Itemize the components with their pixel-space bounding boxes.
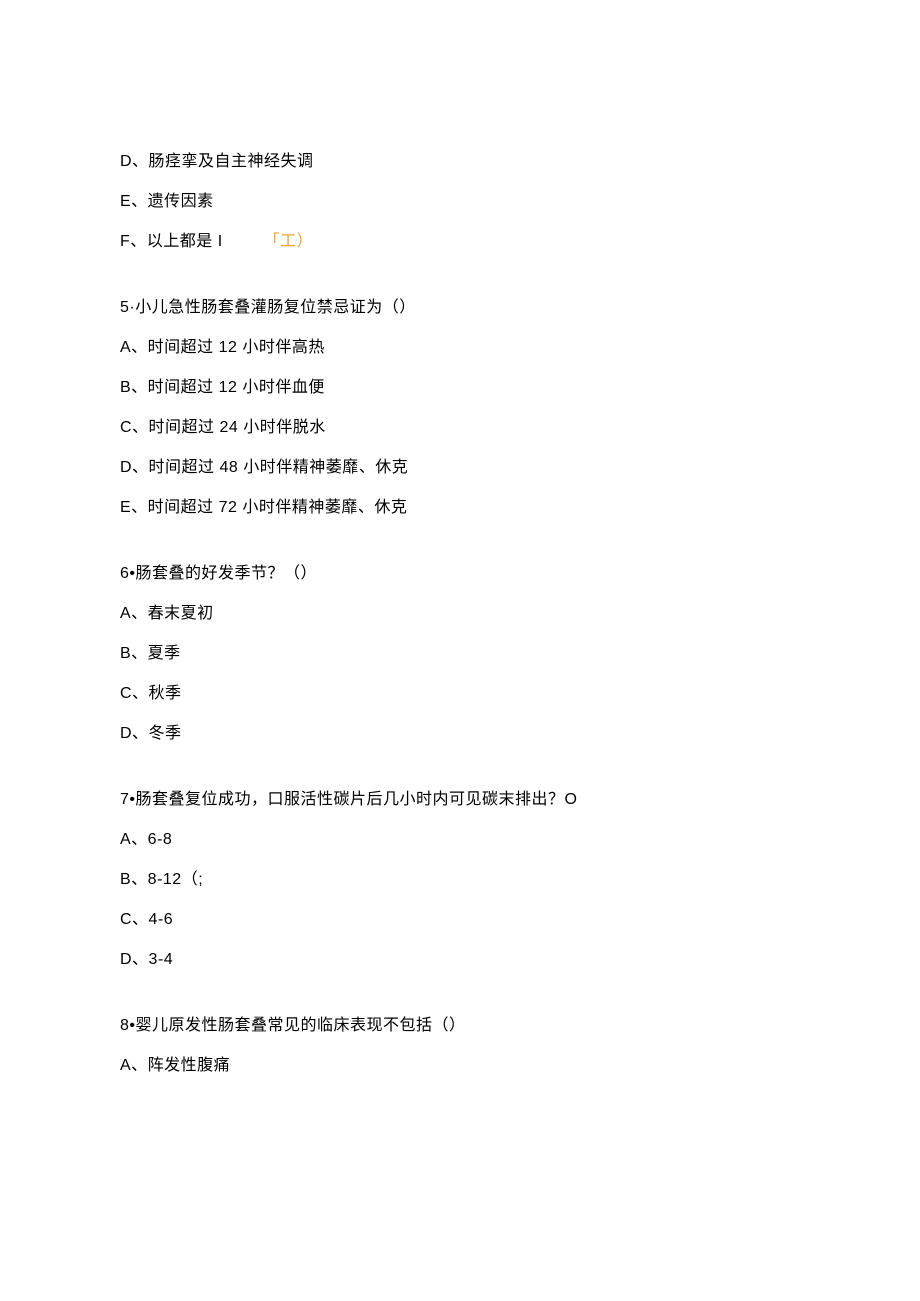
q8-option-a: A、阵发性腹痛 (120, 1054, 800, 1078)
q5-option-a: A、时间超过 12 小时伴高热 (120, 336, 800, 360)
q5-option-d: D、时间超过 48 小时伴精神萎靡、休克 (120, 456, 800, 480)
q7-option-c: C、4-6 (120, 908, 800, 932)
spacer (120, 988, 800, 1014)
q4-option-f-annotation: 「工） (264, 233, 314, 250)
q5-option-c: C、时间超过 24 小时伴脱水 (120, 416, 800, 440)
q7-option-a: A、6-8 (120, 828, 800, 852)
q7-option-d: D、3-4 (120, 948, 800, 972)
q4-option-e: E、遗传因素 (120, 190, 800, 214)
spacer (120, 270, 800, 296)
q4-option-f: F、以上都是 I 「工） (120, 230, 800, 254)
document-page: D、肠痉挛及自主神经失调 E、遗传因素 F、以上都是 I 「工） 5·小儿急性肠… (0, 0, 920, 1154)
q6-stem: 6•肠套叠的好发季节？（） (120, 562, 800, 586)
q8-stem: 8•婴儿原发性肠套叠常见的临床表现不包括（） (120, 1014, 800, 1038)
spacer (120, 536, 800, 562)
q6-option-b: B、夏季 (120, 642, 800, 666)
q6-option-d: D、冬季 (120, 722, 800, 746)
q5-option-b: B、时间超过 12 小时伴血便 (120, 376, 800, 400)
q7-stem: 7•肠套叠复位成功，口服活性碳片后几小时内可见碳末排出？O (120, 788, 800, 812)
q7-option-b: B、8-12（; (120, 868, 800, 892)
q6-option-a: A、春末夏初 (120, 602, 800, 626)
q4-option-d: D、肠痉挛及自主神经失调 (120, 150, 800, 174)
q6-option-c: C、秋季 (120, 682, 800, 706)
spacer (120, 762, 800, 788)
q4-option-f-text: F、以上都是 I (120, 233, 223, 250)
q5-stem: 5·小儿急性肠套叠灌肠复位禁忌证为（） (120, 296, 800, 320)
q5-option-e: E、时间超过 72 小时伴精神萎靡、休克 (120, 496, 800, 520)
